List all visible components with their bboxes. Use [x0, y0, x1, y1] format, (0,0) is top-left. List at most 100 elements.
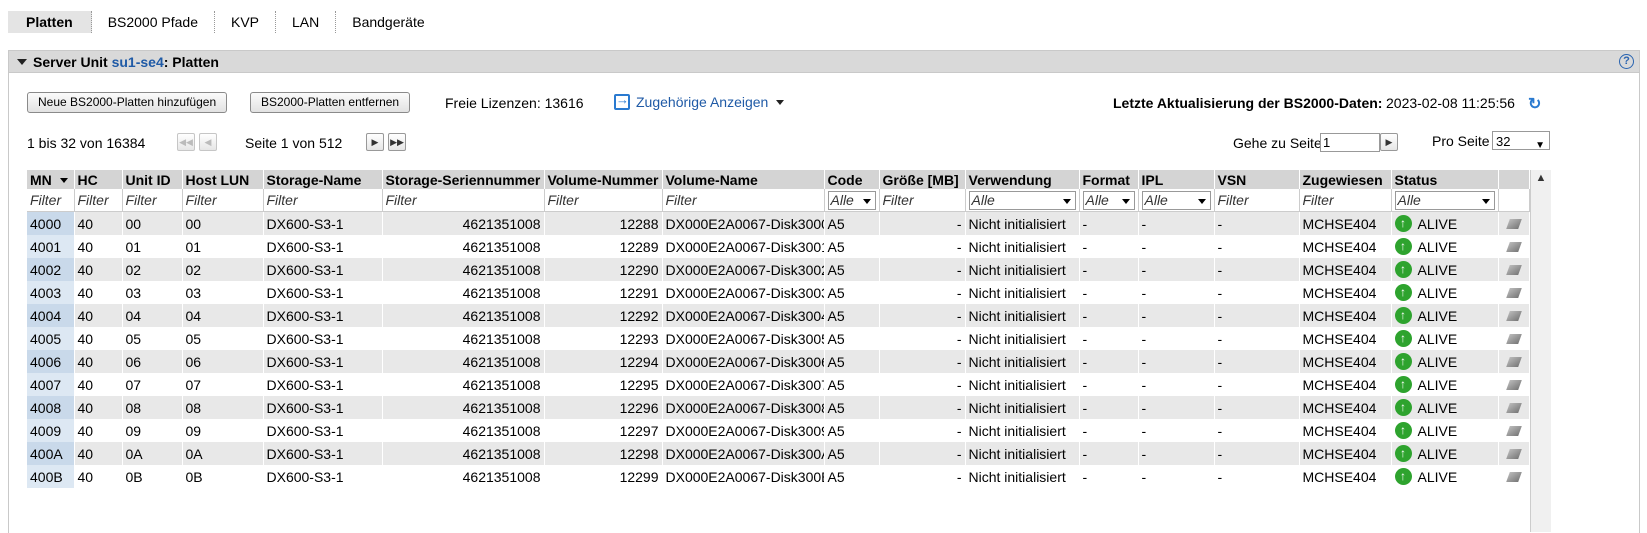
help-icon[interactable]: ? [1619, 54, 1634, 69]
row-action[interactable] [1498, 419, 1530, 442]
panel-header[interactable]: Server Unit su1-se4: Platten ? [9, 51, 1639, 73]
tab-kvp[interactable]: KVP [215, 11, 276, 33]
filter-size[interactable]: Filter [879, 189, 966, 212]
tab-bs2000-pfade[interactable]: BS2000 Pfade [92, 11, 215, 33]
col-header-ipl[interactable]: IPL [1138, 170, 1215, 189]
table-row[interactable]: 4009 40 09 09 DX600-S3-1 4621351008 12297 DX000… [27, 419, 1530, 442]
filter-host-lun[interactable]: Filter [182, 189, 264, 212]
col-header-vsn[interactable]: VSN [1214, 170, 1300, 189]
table-row[interactable]: 4005 40 05 05 DX600-S3-1 4621351008 12293 DX000… [27, 327, 1530, 350]
col-header-code[interactable]: Code [824, 170, 880, 189]
filter-format[interactable]: Alle [1079, 189, 1139, 212]
refresh-icon[interactable]: ↻ [1528, 94, 1541, 114]
row-action[interactable] [1498, 442, 1530, 465]
col-header-volume-number[interactable]: Volume-Nummer [544, 170, 663, 189]
table-cell: DX000E2A0067-Disk3000 [662, 211, 825, 235]
table-cell: 4621351008 [382, 281, 545, 304]
col-header-unit-id[interactable]: Unit ID [122, 170, 183, 189]
filter-storage-name[interactable]: Filter [263, 189, 383, 212]
status-text: ALIVE [1417, 284, 1458, 301]
tab-bandgeraete[interactable]: Bandgeräte [336, 11, 440, 33]
row-action[interactable] [1498, 281, 1530, 304]
table-cell: MCHSE404 [1299, 465, 1392, 488]
row-action[interactable] [1498, 373, 1530, 396]
col-header-usage[interactable]: Verwendung [965, 170, 1080, 189]
col-header-volume-name[interactable]: Volume-Name [662, 170, 825, 189]
filter-volume-number[interactable]: Filter [544, 189, 663, 212]
table-cell: MCHSE404 [1299, 442, 1392, 465]
per-page-select[interactable]: 32 ▼ [1492, 131, 1550, 151]
filter-status[interactable]: Alle [1391, 189, 1499, 212]
col-header-storage-name[interactable]: Storage-Name [263, 170, 383, 189]
table-cell: - [879, 235, 966, 258]
table-cell: 4621351008 [382, 211, 545, 235]
prev-page-icon[interactable]: ◀ [199, 133, 217, 151]
col-header-assigned[interactable]: Zugewiesen [1299, 170, 1392, 189]
row-action[interactable] [1498, 396, 1530, 419]
row-action[interactable] [1498, 465, 1530, 488]
goto-page-input[interactable] [1320, 133, 1380, 152]
table-cell: 08 [182, 396, 264, 419]
table-row[interactable]: 400A 40 0A 0A DX600-S3-1 4621351008 12298 DX000… [27, 442, 1530, 465]
collapse-icon[interactable] [17, 58, 27, 65]
filter-vsn[interactable]: Filter [1214, 189, 1300, 212]
table-row[interactable]: 4008 40 08 08 DX600-S3-1 4621351008 12296 DX000… [27, 396, 1530, 419]
table-cell: ↑ ALIVE [1391, 419, 1499, 442]
table-row[interactable]: 4004 40 04 04 DX600-S3-1 4621351008 12292 DX000… [27, 304, 1530, 327]
remove-disks-button[interactable]: BS2000-Platten entfernen [250, 92, 411, 113]
goto-page-icon[interactable]: ▶ [1380, 133, 1398, 151]
table-row[interactable]: 4001 40 01 01 DX600-S3-1 4621351008 12289 DX000… [27, 235, 1530, 258]
filter-hc[interactable]: Filter [74, 189, 123, 212]
next-page-icon[interactable]: ▶ [366, 133, 384, 151]
row-action[interactable] [1498, 304, 1530, 327]
table-row[interactable]: 4006 40 06 06 DX600-S3-1 4621351008 12294 DX000… [27, 350, 1530, 373]
table-row[interactable]: 4000 40 00 00 DX600-S3-1 4621351008 12288 DX000… [27, 211, 1530, 235]
row-action[interactable] [1498, 235, 1530, 258]
scrollbar[interactable]: ▲ [1530, 170, 1551, 532]
table-cell: - [1138, 419, 1215, 442]
eraser-icon [1505, 471, 1522, 482]
scroll-up-icon[interactable]: ▲ [1534, 172, 1548, 186]
filter-code[interactable]: Alle [824, 189, 880, 212]
filter-ipl[interactable]: Alle [1138, 189, 1215, 212]
table-cell: DX600-S3-1 [263, 235, 383, 258]
filter-mn[interactable]: Filter [27, 189, 75, 212]
table-cell: 40 [74, 281, 123, 304]
filter-storage-serial[interactable]: Filter [382, 189, 545, 212]
col-header-mn[interactable]: MN [27, 170, 75, 189]
col-header-format[interactable]: Format [1079, 170, 1139, 189]
row-action[interactable] [1498, 211, 1530, 235]
table-row[interactable]: 4003 40 03 03 DX600-S3-1 4621351008 12291 DX000… [27, 281, 1530, 304]
status-ok-icon: ↑ [1394, 422, 1412, 439]
last-page-icon[interactable]: ▶▶ [388, 133, 406, 151]
table-row[interactable]: 400B 40 0B 0B DX600-S3-1 4621351008 12299 DX000… [27, 465, 1530, 488]
add-disks-button[interactable]: Neue BS2000-Platten hinzufügen [27, 92, 228, 113]
table-cell: DX600-S3-1 [263, 396, 383, 419]
filter-assigned[interactable]: Filter [1299, 189, 1392, 212]
table-row[interactable]: 4002 40 02 02 DX600-S3-1 4621351008 12290 DX000… [27, 258, 1530, 281]
row-action[interactable] [1498, 258, 1530, 281]
tab-platten[interactable]: Platten [8, 11, 92, 33]
status-text: ALIVE [1417, 238, 1458, 255]
table-cell: DX600-S3-1 [263, 350, 383, 373]
col-header-hc[interactable]: HC [74, 170, 123, 189]
tab-lan[interactable]: LAN [276, 11, 337, 33]
table-cell: DX600-S3-1 [263, 465, 383, 488]
table-cell: ↑ ALIVE [1391, 465, 1499, 488]
related-link[interactable]: Zugehörige Anzeigen [614, 92, 785, 110]
table-row[interactable]: 4007 40 07 07 DX600-S3-1 4621351008 12295 DX000… [27, 373, 1530, 396]
filter-unit-id[interactable]: Filter [122, 189, 183, 212]
filter-usage[interactable]: Alle [965, 189, 1080, 212]
panel-title-suffix: : Platten [163, 53, 219, 70]
row-action[interactable] [1498, 350, 1530, 373]
col-header-storage-serial[interactable]: Storage-Seriennummer [382, 170, 545, 189]
unit-link[interactable]: su1-se4 [112, 54, 164, 70]
first-page-icon[interactable]: ◀◀ [177, 133, 195, 151]
filter-volume-name[interactable]: Filter [662, 189, 825, 212]
col-header-host-lun[interactable]: Host LUN [182, 170, 264, 189]
col-header-size[interactable]: Größe [MB] [879, 170, 966, 189]
table-cell: - [1138, 465, 1215, 488]
row-action[interactable] [1498, 327, 1530, 350]
col-header-status[interactable]: Status [1391, 170, 1499, 189]
table-cell: DX600-S3-1 [263, 281, 383, 304]
